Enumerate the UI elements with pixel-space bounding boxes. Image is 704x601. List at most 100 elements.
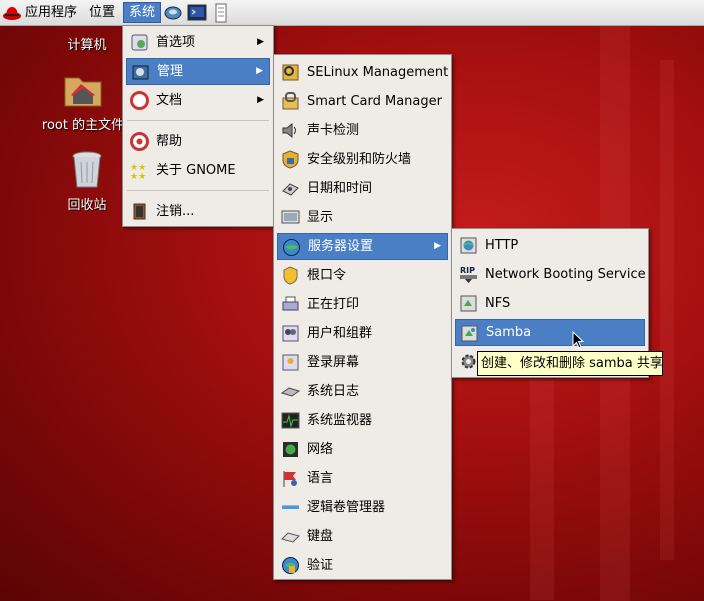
documents-icon [130,91,149,110]
date-time-icon [281,179,300,198]
menu-item-label: 注销... [156,204,195,219]
root-password-icon [281,266,300,285]
terminal-launcher-icon[interactable] [187,3,207,23]
network-icon [281,440,300,459]
menu-item-printing[interactable]: 正在打印 [277,291,448,318]
menu-item-about-gnome[interactable]: ★★ ★★ 关于 GNOME [126,157,270,184]
menu-item-label: 显示 [307,210,334,225]
gnome-icon: ★★ ★★ [130,161,149,182]
menu-item-label: 系统日志 [307,384,360,399]
authentication-icon [281,556,300,575]
menu-item-preferences[interactable]: 首选项 ▶ [126,29,270,56]
menu-item-label: 网络 [307,442,334,457]
system-menu[interactable]: 系统 [123,2,162,23]
menu-item-label: 关于 GNOME [156,163,236,178]
menu-item-label: Smart Card Manager [307,94,442,109]
keyboard-icon [281,527,300,546]
menu-item-smart-card[interactable]: Smart Card Manager [277,88,448,115]
menu-item-label: NFS [485,296,511,311]
menu-item-selinux[interactable]: SELinux Management [277,59,448,86]
system-monitor-icon [281,411,300,430]
background-stripe [660,60,674,560]
menu-item-documents[interactable]: 文档 ▶ [126,87,270,114]
menu-item-label: 系统监视器 [307,413,373,428]
lvm-icon [281,498,300,517]
menu-item-users-groups[interactable]: 用户和组群 [277,320,448,347]
menu-item-label: SELinux Management [307,65,449,80]
selinux-icon [281,63,300,82]
administration-submenu: SELinux Management Smart Card Manager 声卡… [273,54,452,580]
menu-item-label: HTTP [485,238,519,253]
desktop-icon-home[interactable]: root 的主文件 [35,68,131,133]
menu-item-date-time[interactable]: 日期和时间 [277,175,448,202]
menu-item-root-password[interactable]: 根口令 [277,262,448,289]
menu-item-system-log[interactable]: 系统日志 [277,378,448,405]
desktop-icon-label: 回收站 [67,198,107,213]
menu-item-label: 文档 [156,93,183,108]
menu-item-label: 验证 [307,558,334,573]
menu-item-label: 声卡检测 [307,123,360,138]
desktop-icon-label: 计算机 [67,38,107,53]
desktop-icon-label: root 的主文件 [41,118,125,133]
menu-item-label: 服务器设置 [308,239,374,254]
menu-item-lvm[interactable]: 逻辑卷管理器 [277,494,448,521]
menu-separator [127,190,269,191]
users-groups-icon [281,324,300,343]
http-icon [459,236,478,255]
menu-separator [127,120,269,121]
desktop-icon-trash[interactable]: 回收站 [39,150,135,213]
menu-item-authentication[interactable]: 验证 [277,552,448,579]
samba-tooltip: 创建、修改和删除 samba 共享 [477,351,663,376]
menu-item-label: Samba [486,325,532,340]
system-menu-dropdown: 首选项 ▶ 管理 ▶ 文档 ▶ 帮助 ★★ ★★ 关于 GNOME 注销... [122,25,274,227]
desktop-icon-computer[interactable]: 计算机 [39,34,135,53]
menu-item-login-screen[interactable]: 登录屏幕 [277,349,448,376]
menu-item-http[interactable]: HTTP [455,232,645,259]
menu-item-label: Network Booting Service [485,267,646,282]
system-log-icon [280,382,301,401]
services-gear-icon [459,352,478,371]
top-panel: 应用程序 位置 系统 [0,0,704,26]
menu-item-label: 逻辑卷管理器 [307,500,386,515]
applications-menu[interactable]: 应用程序 [20,2,82,23]
menu-item-server-settings[interactable]: 服务器设置 ▶ [277,233,448,260]
menu-item-network[interactable]: 网络 [277,436,448,463]
menu-item-label: 日期和时间 [307,181,373,196]
login-screen-icon [281,353,300,372]
menu-item-help[interactable]: 帮助 [126,128,270,155]
redhat-logo-icon[interactable] [2,3,22,23]
menu-item-soundcard[interactable]: 声卡检测 [277,117,448,144]
menu-item-language[interactable]: 语言 [277,465,448,492]
home-folder-icon [35,68,131,114]
svg-text:RIP: RIP [460,266,475,275]
notes-launcher-icon[interactable] [211,3,231,23]
menu-item-firewall[interactable]: 安全级别和防火墙 [277,146,448,173]
menu-item-administration[interactable]: 管理 ▶ [126,58,270,85]
menu-item-label: 帮助 [156,134,183,149]
menu-item-label: 安全级别和防火墙 [307,152,412,167]
places-menu[interactable]: 位置 [84,2,120,23]
menu-item-nfs[interactable]: NFS [455,290,645,317]
submenu-arrow-icon: ▶ [434,241,441,251]
disk-launcher-icon[interactable] [163,3,183,23]
menu-item-keyboard[interactable]: 键盘 [277,523,448,550]
menu-item-display[interactable]: 显示 [277,204,448,231]
menu-item-samba[interactable]: Samba [455,319,645,346]
submenu-arrow-icon: ▶ [257,37,264,47]
submenu-arrow-icon: ▶ [257,95,264,105]
menu-item-network-booting[interactable]: RIP Network Booting Service [455,261,646,288]
firewall-icon [281,150,300,169]
menu-item-label: 键盘 [307,529,334,544]
menu-item-label: 语言 [307,471,334,486]
nfs-icon [459,294,478,313]
menu-item-logout[interactable]: 注销... [126,198,270,225]
logout-icon [130,202,149,221]
menu-item-system-monitor[interactable]: 系统监视器 [277,407,448,434]
soundcard-icon [281,121,300,140]
preferences-icon [130,33,149,52]
svg-text:★★: ★★ [130,172,146,180]
submenu-arrow-icon: ▶ [256,66,263,76]
mouse-cursor-icon [572,330,585,353]
menu-item-label: 正在打印 [307,297,360,312]
menu-item-label: 根口令 [307,268,347,283]
